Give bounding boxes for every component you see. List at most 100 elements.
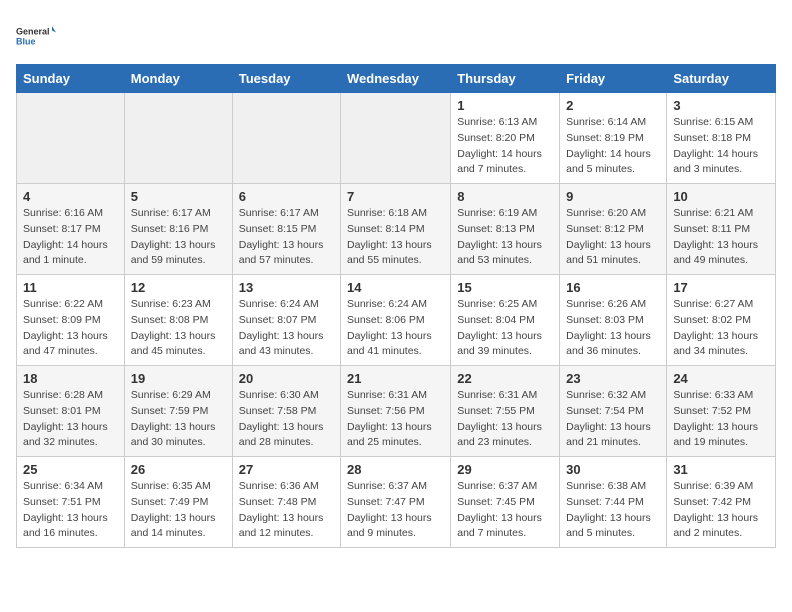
- day-info: Sunrise: 6:15 AMSunset: 8:18 PMDaylight:…: [673, 115, 769, 178]
- calendar-cell: 10 Sunrise: 6:21 AMSunset: 8:11 PMDayligh…: [667, 184, 776, 275]
- calendar-cell: 20 Sunrise: 6:30 AMSunset: 7:58 PMDayligh…: [232, 366, 340, 457]
- calendar-cell: [124, 93, 232, 184]
- page-header: General Blue: [16, 16, 776, 56]
- day-number: 15: [457, 280, 553, 295]
- day-info: Sunrise: 6:33 AMSunset: 7:52 PMDaylight:…: [673, 388, 769, 451]
- day-info: Sunrise: 6:35 AMSunset: 7:49 PMDaylight:…: [131, 479, 226, 542]
- day-info: Sunrise: 6:19 AMSunset: 8:13 PMDaylight:…: [457, 206, 553, 269]
- header-friday: Friday: [560, 65, 667, 93]
- calendar-cell: 13 Sunrise: 6:24 AMSunset: 8:07 PMDayligh…: [232, 275, 340, 366]
- day-info: Sunrise: 6:17 AMSunset: 8:16 PMDaylight:…: [131, 206, 226, 269]
- calendar-cell: 24 Sunrise: 6:33 AMSunset: 7:52 PMDayligh…: [667, 366, 776, 457]
- header-wednesday: Wednesday: [341, 65, 451, 93]
- calendar-cell: 31Sunrise: 6:39 AMSunset: 7:42 PMDayligh…: [667, 457, 776, 548]
- calendar-cell: 27Sunrise: 6:36 AMSunset: 7:48 PMDayligh…: [232, 457, 340, 548]
- calendar-cell: 23 Sunrise: 6:32 AMSunset: 7:54 PMDayligh…: [560, 366, 667, 457]
- calendar-header-row: SundayMondayTuesdayWednesdayThursdayFrid…: [17, 65, 776, 93]
- day-number: 21: [347, 371, 444, 386]
- calendar-cell: 12 Sunrise: 6:23 AMSunset: 8:08 PMDayligh…: [124, 275, 232, 366]
- calendar-table: SundayMondayTuesdayWednesdayThursdayFrid…: [16, 64, 776, 548]
- day-info: Sunrise: 6:32 AMSunset: 7:54 PMDaylight:…: [566, 388, 660, 451]
- day-number: 8: [457, 189, 553, 204]
- calendar-cell: 1Sunrise: 6:13 AMSunset: 8:20 PMDaylight…: [451, 93, 560, 184]
- day-number: 28: [347, 462, 444, 477]
- day-info: Sunrise: 6:21 AMSunset: 8:11 PMDaylight:…: [673, 206, 769, 269]
- day-number: 25: [23, 462, 118, 477]
- day-number: 20: [239, 371, 334, 386]
- day-number: 12: [131, 280, 226, 295]
- day-number: 2: [566, 98, 660, 113]
- header-saturday: Saturday: [667, 65, 776, 93]
- day-info: Sunrise: 6:34 AMSunset: 7:51 PMDaylight:…: [23, 479, 118, 542]
- calendar-cell: 16 Sunrise: 6:26 AMSunset: 8:03 PMDayligh…: [560, 275, 667, 366]
- calendar-cell: 18Sunrise: 6:28 AMSunset: 8:01 PMDayligh…: [17, 366, 125, 457]
- day-number: 29: [457, 462, 553, 477]
- day-info: Sunrise: 6:37 AMSunset: 7:47 PMDaylight:…: [347, 479, 444, 542]
- day-number: 24: [673, 371, 769, 386]
- logo: General Blue: [16, 16, 56, 56]
- calendar-cell: 28 Sunrise: 6:37 AMSunset: 7:47 PMDayligh…: [341, 457, 451, 548]
- calendar-cell: 2 Sunrise: 6:14 AMSunset: 8:19 PMDaylight…: [560, 93, 667, 184]
- day-number: 9: [566, 189, 660, 204]
- svg-text:General: General: [16, 27, 50, 37]
- day-info: Sunrise: 6:25 AMSunset: 8:04 PMDaylight:…: [457, 297, 553, 360]
- day-number: 7: [347, 189, 444, 204]
- svg-text:Blue: Blue: [16, 37, 36, 47]
- day-info: Sunrise: 6:29 AMSunset: 7:59 PMDaylight:…: [131, 388, 226, 451]
- day-info: Sunrise: 6:38 AMSunset: 7:44 PMDaylight:…: [566, 479, 660, 542]
- day-info: Sunrise: 6:30 AMSunset: 7:58 PMDaylight:…: [239, 388, 334, 451]
- week-row-2: 4 Sunrise: 6:16 AMSunset: 8:17 PMDaylight…: [17, 184, 776, 275]
- day-number: 30: [566, 462, 660, 477]
- calendar-cell: 3 Sunrise: 6:15 AMSunset: 8:18 PMDaylight…: [667, 93, 776, 184]
- calendar-cell: 26Sunrise: 6:35 AMSunset: 7:49 PMDayligh…: [124, 457, 232, 548]
- day-info: Sunrise: 6:31 AMSunset: 7:55 PMDaylight:…: [457, 388, 553, 451]
- header-sunday: Sunday: [17, 65, 125, 93]
- header-thursday: Thursday: [451, 65, 560, 93]
- day-info: Sunrise: 6:26 AMSunset: 8:03 PMDaylight:…: [566, 297, 660, 360]
- day-info: Sunrise: 6:27 AMSunset: 8:02 PMDaylight:…: [673, 297, 769, 360]
- day-info: Sunrise: 6:31 AMSunset: 7:56 PMDaylight:…: [347, 388, 444, 451]
- day-number: 18: [23, 371, 118, 386]
- day-number: 4: [23, 189, 118, 204]
- calendar-cell: 5 Sunrise: 6:17 AMSunset: 8:16 PMDaylight…: [124, 184, 232, 275]
- day-number: 11: [23, 280, 118, 295]
- day-number: 13: [239, 280, 334, 295]
- day-number: 10: [673, 189, 769, 204]
- day-info: Sunrise: 6:24 AMSunset: 8:07 PMDaylight:…: [239, 297, 334, 360]
- week-row-3: 11 Sunrise: 6:22 AMSunset: 8:09 PMDayligh…: [17, 275, 776, 366]
- day-info: Sunrise: 6:39 AMSunset: 7:42 PMDaylight:…: [673, 479, 769, 542]
- calendar-cell: [17, 93, 125, 184]
- calendar-cell: 7 Sunrise: 6:18 AMSunset: 8:14 PMDaylight…: [341, 184, 451, 275]
- week-row-4: 18Sunrise: 6:28 AMSunset: 8:01 PMDayligh…: [17, 366, 776, 457]
- day-info: Sunrise: 6:18 AMSunset: 8:14 PMDaylight:…: [347, 206, 444, 269]
- day-number: 17: [673, 280, 769, 295]
- calendar-cell: 11 Sunrise: 6:22 AMSunset: 8:09 PMDayligh…: [17, 275, 125, 366]
- calendar-cell: [341, 93, 451, 184]
- day-info: Sunrise: 6:22 AMSunset: 8:09 PMDaylight:…: [23, 297, 118, 360]
- day-info: Sunrise: 6:20 AMSunset: 8:12 PMDaylight:…: [566, 206, 660, 269]
- header-monday: Monday: [124, 65, 232, 93]
- day-info: Sunrise: 6:17 AMSunset: 8:15 PMDaylight:…: [239, 206, 334, 269]
- week-row-5: 25 Sunrise: 6:34 AMSunset: 7:51 PMDayligh…: [17, 457, 776, 548]
- calendar-cell: 25 Sunrise: 6:34 AMSunset: 7:51 PMDayligh…: [17, 457, 125, 548]
- calendar-cell: 8 Sunrise: 6:19 AMSunset: 8:13 PMDaylight…: [451, 184, 560, 275]
- day-info: Sunrise: 6:14 AMSunset: 8:19 PMDaylight:…: [566, 115, 660, 178]
- day-info: Sunrise: 6:16 AMSunset: 8:17 PMDaylight:…: [23, 206, 118, 269]
- calendar-cell: 21 Sunrise: 6:31 AMSunset: 7:56 PMDayligh…: [341, 366, 451, 457]
- calendar-cell: 22Sunrise: 6:31 AMSunset: 7:55 PMDayligh…: [451, 366, 560, 457]
- calendar-cell: 4 Sunrise: 6:16 AMSunset: 8:17 PMDaylight…: [17, 184, 125, 275]
- calendar-cell: 9 Sunrise: 6:20 AMSunset: 8:12 PMDaylight…: [560, 184, 667, 275]
- day-number: 23: [566, 371, 660, 386]
- week-row-1: 1Sunrise: 6:13 AMSunset: 8:20 PMDaylight…: [17, 93, 776, 184]
- day-info: Sunrise: 6:37 AMSunset: 7:45 PMDaylight:…: [457, 479, 553, 542]
- logo-svg: General Blue: [16, 16, 56, 56]
- calendar-cell: 17 Sunrise: 6:27 AMSunset: 8:02 PMDayligh…: [667, 275, 776, 366]
- day-info: Sunrise: 6:36 AMSunset: 7:48 PMDaylight:…: [239, 479, 334, 542]
- day-info: Sunrise: 6:23 AMSunset: 8:08 PMDaylight:…: [131, 297, 226, 360]
- day-number: 5: [131, 189, 226, 204]
- header-tuesday: Tuesday: [232, 65, 340, 93]
- day-number: 16: [566, 280, 660, 295]
- calendar-cell: 29 Sunrise: 6:37 AMSunset: 7:45 PMDayligh…: [451, 457, 560, 548]
- day-number: 3: [673, 98, 769, 113]
- calendar-cell: 30 Sunrise: 6:38 AMSunset: 7:44 PMDayligh…: [560, 457, 667, 548]
